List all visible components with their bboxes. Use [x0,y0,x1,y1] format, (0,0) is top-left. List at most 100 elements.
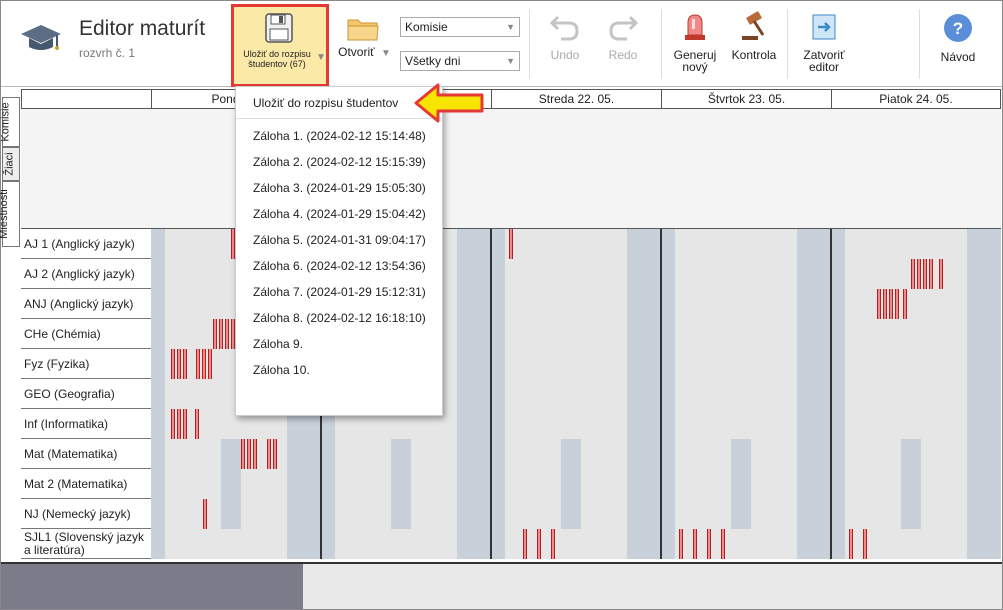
break-block [831,529,845,559]
break-block [831,289,845,319]
break-block [831,499,845,529]
days-select[interactable]: Všetky dni ▼ [400,51,520,71]
tab-rooms[interactable]: Miestnosti [0,181,20,247]
break-block [391,499,411,529]
break-block [627,349,661,379]
exam-slot[interactable] [213,319,217,349]
menu-item-backup[interactable]: Záloha 4. (2024-01-29 15:04:42) [253,207,426,221]
exam-slot[interactable] [707,529,711,559]
exam-slot[interactable] [241,439,245,469]
exam-slot[interactable] [911,259,915,289]
menu-item-backup[interactable]: Záloha 9. [253,337,303,351]
open-button[interactable]: Otvoriť ▼ [332,13,394,73]
day-divider [660,349,662,379]
exam-slot[interactable] [171,409,175,439]
exam-slot[interactable] [929,259,933,289]
day-divider [490,289,492,319]
day-divider [660,499,662,529]
exam-slot[interactable] [889,289,893,319]
schedule-grid: Pondelok Utorok Streda 22. 05. Štvrtok 2… [0,89,1002,561]
exam-slot[interactable] [219,319,223,349]
exam-slot[interactable] [225,319,229,349]
tab-students[interactable]: Žiaci [2,147,20,181]
exam-slot[interactable] [273,439,277,469]
generate-new-button[interactable]: Generuj nový [667,11,723,73]
tab-commissions[interactable]: Komisie [0,97,20,147]
check-button[interactable]: Kontrola [727,11,781,61]
exam-slot[interactable] [693,529,697,559]
menu-item-backup[interactable]: Záloha 3. (2024-01-29 15:05:30) [253,181,426,195]
exam-slot[interactable] [177,349,181,379]
day-divider [660,229,662,259]
day-divider [490,469,492,499]
menu-item-backup[interactable]: Záloha 1. (2024-02-12 15:14:48) [253,129,426,143]
break-block [151,529,165,559]
exam-slot[interactable] [177,409,181,439]
row-label: Inf (Informatika) [24,417,109,431]
exam-slot[interactable] [202,349,206,379]
exam-slot[interactable] [171,349,175,379]
break-block [287,469,321,499]
break-block [151,499,165,529]
help-button[interactable]: ? Návod [931,13,985,63]
save-to-students-button[interactable]: Uložiť do rozpisu študentov (67) ▼ [231,4,329,87]
exam-slot[interactable] [939,259,943,289]
menu-item-backup[interactable]: Záloha 8. (2024-02-12 16:18:10) [253,311,426,325]
row-track[interactable] [151,439,1001,469]
exam-slot[interactable] [247,439,251,469]
day-divider [660,409,662,439]
exam-slot[interactable] [523,529,527,559]
row-track[interactable] [151,529,1001,559]
close-editor-button[interactable]: Zatvoriť editor [793,13,855,73]
exam-slot[interactable] [721,529,725,559]
table-row: Mat (Matematika) [21,439,1001,469]
save-dropdown-caret-icon[interactable]: ▼ [316,52,326,63]
exam-slot[interactable] [895,289,899,319]
header-spacer [21,89,152,109]
break-block [627,289,661,319]
exam-slot[interactable] [509,229,513,259]
break-block [661,259,675,289]
exam-slot[interactable] [195,409,199,439]
commission-select[interactable]: Komisie ▼ [400,17,520,37]
break-block [627,259,661,289]
exam-slot[interactable] [203,499,207,529]
redo-button[interactable]: Redo [597,13,649,61]
row-track[interactable] [151,469,1001,499]
menu-item-backup[interactable]: Záloha 10. [253,363,310,377]
menu-item-save-students[interactable]: Uložiť do rozpisu študentov [236,87,442,119]
exam-slot[interactable] [208,349,212,379]
exam-slot[interactable] [183,349,187,379]
break-block [457,319,491,349]
day-divider [830,229,832,259]
table-row: AJ 1 (Anglický jazyk) [21,229,1001,259]
exam-slot[interactable] [679,529,683,559]
exam-slot[interactable] [863,529,867,559]
menu-item-backup[interactable]: Záloha 6. (2024-02-12 13:54:36) [253,259,426,273]
menu-item-backup[interactable]: Záloha 7. (2024-01-29 15:12:31) [253,285,426,299]
row-track[interactable] [151,499,1001,529]
exam-slot[interactable] [183,409,187,439]
exam-slot[interactable] [877,289,881,319]
break-block [831,259,845,289]
exam-slot[interactable] [903,289,907,319]
break-block [797,349,831,379]
exam-slot[interactable] [923,259,927,289]
exam-slot[interactable] [849,529,853,559]
exam-slot[interactable] [253,439,257,469]
break-block [491,379,505,409]
exam-slot[interactable] [537,529,541,559]
exam-slot[interactable] [267,439,271,469]
svg-text:?: ? [953,19,963,38]
row-label: AJ 2 (Anglický jazyk) [24,267,135,281]
menu-item-backup[interactable]: Záloha 5. (2024-01-31 09:04:17) [253,233,426,247]
day-divider [830,409,832,439]
exam-slot[interactable] [883,289,887,319]
open-label: Otvoriť [338,45,375,59]
menu-item-backup[interactable]: Záloha 2. (2024-02-12 15:15:39) [253,155,426,169]
exam-slot[interactable] [917,259,921,289]
undo-button[interactable]: Undo [539,13,591,61]
exam-slot[interactable] [196,349,200,379]
toolbar: Editor maturít rozvrh č. 1 Uložiť do roz… [1,1,1002,87]
exam-slot[interactable] [551,529,555,559]
